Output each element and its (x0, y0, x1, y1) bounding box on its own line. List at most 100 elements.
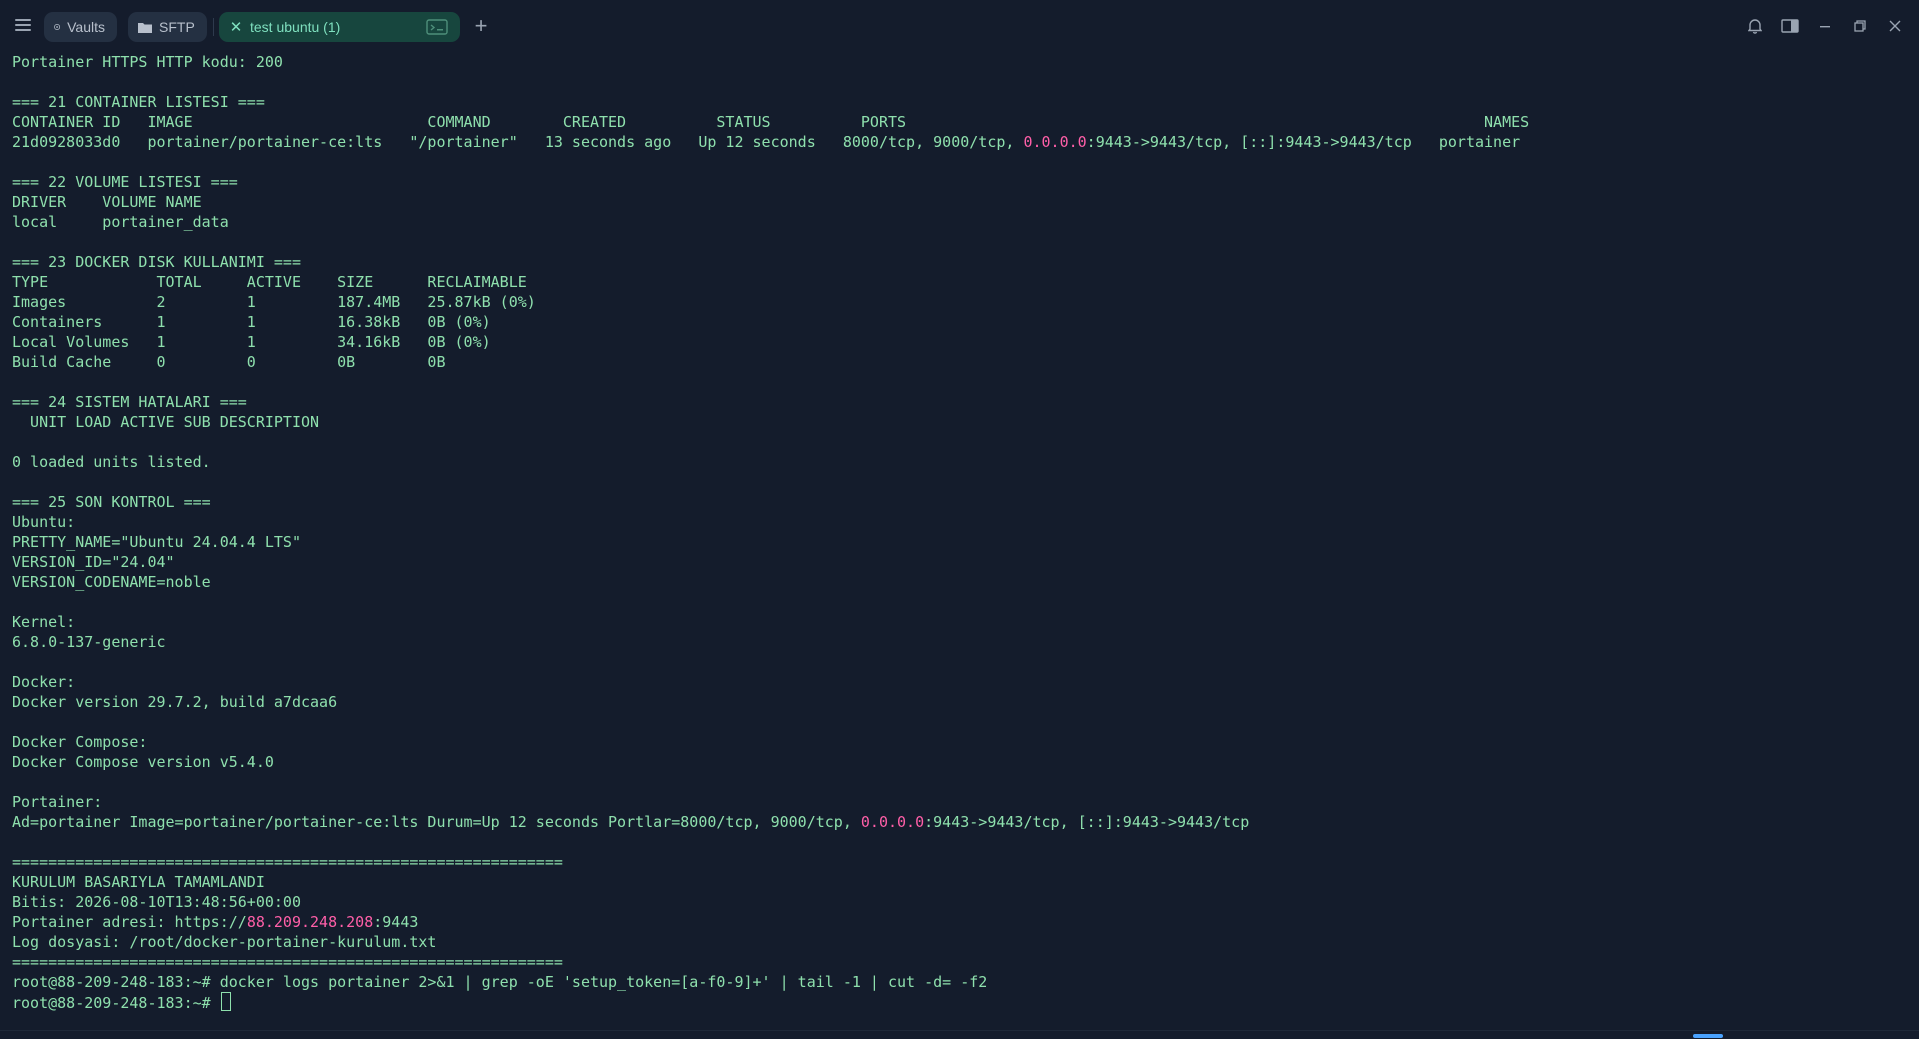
terminal-text: ========================================… (12, 853, 563, 871)
terminal-line: === 24 SISTEM HATALARI === (12, 392, 1907, 412)
terminal-line: Containers 1 1 16.38kB 0B (0%) (12, 312, 1907, 332)
minimize-icon[interactable] (1814, 15, 1836, 37)
terminal-text: TYPE TOTAL ACTIVE SIZE RECLAIMABLE (12, 273, 527, 291)
terminal-line: TYPE TOTAL ACTIVE SIZE RECLAIMABLE (12, 272, 1907, 292)
terminal-text: === 23 DOCKER DISK KULLANIMI === (12, 253, 301, 271)
sftp-tab[interactable]: SFTP (128, 12, 207, 42)
terminal-line: ========================================… (12, 852, 1907, 872)
terminal-line: VERSION_ID="24.04" (12, 552, 1907, 572)
terminal-text: === 21 CONTAINER LISTESI === (12, 93, 265, 111)
terminal-line: Ubuntu: (12, 512, 1907, 532)
scroll-indicator[interactable] (1693, 1034, 1723, 1038)
terminal-text: Portainer adresi: https:// (12, 913, 247, 931)
terminal-line: Local Volumes 1 1 34.16kB 0B (0%) (12, 332, 1907, 352)
terminal-text: 6.8.0-137-generic (12, 633, 166, 651)
split-view-icon[interactable] (1779, 15, 1801, 37)
window-close-icon[interactable] (1884, 15, 1906, 37)
terminal-text: local portainer_data (12, 213, 229, 231)
terminal-line: Docker version 29.7.2, build a7dcaa6 (12, 692, 1907, 712)
terminal-line: === 23 DOCKER DISK KULLANIMI === (12, 252, 1907, 272)
new-tab-button[interactable]: + (470, 14, 492, 38)
terminal-text: Images 2 1 187.4MB 25.87kB (0%) (12, 293, 536, 311)
folder-icon (138, 23, 152, 33)
terminal-text: Docker Compose: (12, 733, 148, 751)
terminal-text: VERSION_ID="24.04" (12, 553, 175, 571)
close-icon[interactable]: ✕ (229, 18, 243, 36)
terminal-cursor (220, 992, 231, 1011)
terminal-line: root@88-209-248-183:~# docker logs porta… (12, 972, 1907, 992)
terminal-text: UNIT LOAD ACTIVE SUB DESCRIPTION (12, 413, 320, 431)
terminal-line: Portainer HTTPS HTTP kodu: 200 (12, 52, 1907, 72)
terminal-line: === 21 CONTAINER LISTESI === (12, 92, 1907, 112)
terminal-line: Ad=portainer Image=portainer/portainer-c… (12, 812, 1907, 832)
terminal-text: Containers 1 1 16.38kB 0B (0%) (12, 313, 491, 331)
terminal-line: === 25 SON KONTROL === (12, 492, 1907, 512)
terminal-line: root@88-209-248-183:~# (12, 992, 1907, 1012)
vault-icon (54, 24, 61, 30)
terminal-line: VERSION_CODENAME=noble (12, 572, 1907, 592)
terminal-line: UNIT LOAD ACTIVE SUB DESCRIPTION (12, 412, 1907, 432)
terminal-text: Local Volumes 1 1 34.16kB 0B (0%) (12, 333, 491, 351)
terminal-line: ========================================… (12, 952, 1907, 972)
terminal-text: ========================================… (12, 953, 563, 971)
terminal-text: Docker: (12, 673, 76, 691)
highlighted-ip: 88.209.248.208 (246, 913, 374, 931)
terminal-icon[interactable] (426, 19, 448, 35)
terminal-line: Kernel: (12, 612, 1907, 632)
top-bar: Vaults SFTP ✕ test ubuntu (1) + (0, 0, 1919, 52)
terminal-text: DRIVER VOLUME NAME (12, 193, 202, 211)
terminal-text: VERSION_CODENAME=noble (12, 573, 211, 591)
terminal-text: 0 loaded units listed. (12, 453, 211, 471)
bell-icon[interactable] (1744, 15, 1766, 37)
terminal-line: 21d0928033d0 portainer/portainer-ce:lts … (12, 132, 1907, 152)
sftp-tab-label: SFTP (159, 19, 195, 35)
terminal-line: KURULUM BASARIYLA TAMAMLANDI (12, 872, 1907, 892)
terminal-text: === 25 SON KONTROL === (12, 493, 211, 511)
active-tab-label: test ubuntu (1) (250, 19, 341, 35)
terminal-line: local portainer_data (12, 212, 1907, 232)
menu-icon[interactable] (13, 16, 33, 36)
terminal-text: Ad=portainer Image=portainer/portainer-c… (12, 813, 861, 831)
terminal-text: Build Cache 0 0 0B 0B (12, 353, 446, 371)
terminal-text: Docker version 29.7.2, build a7dcaa6 (12, 693, 338, 711)
vaults-tab[interactable]: Vaults (44, 12, 117, 42)
terminal-line: === 22 VOLUME LISTESI === (12, 172, 1907, 192)
tab-test-ubuntu[interactable]: ✕ test ubuntu (1) (219, 12, 460, 42)
terminal-text: Ubuntu: (12, 513, 76, 531)
terminal-line: 6.8.0-137-generic (12, 632, 1907, 652)
terminal-line: Portainer adresi: https://88.209.248.208… (12, 912, 1907, 932)
terminal-text: === 24 SISTEM HATALARI === (12, 393, 247, 411)
terminal-text: :9443 (373, 913, 419, 931)
terminal-line: Build Cache 0 0 0B 0B (12, 352, 1907, 372)
terminal-line: Portainer: (12, 792, 1907, 812)
terminal-output[interactable]: Portainer HTTPS HTTP kodu: 200 === 21 CON… (12, 52, 1907, 1022)
tab-divider (213, 18, 214, 36)
terminal-text: root@88-209-248-183:~# (12, 994, 220, 1012)
terminal-line: Docker: (12, 672, 1907, 692)
terminal-line: CONTAINER ID IMAGE COMMAND CREATED STATU… (12, 112, 1907, 132)
restore-icon[interactable] (1849, 15, 1871, 37)
terminal-text: Portainer: (12, 793, 103, 811)
terminal-line: Docker Compose: (12, 732, 1907, 752)
highlighted-ip: 0.0.0.0 (860, 813, 925, 831)
terminal-text: Kernel: (12, 613, 76, 631)
terminal-text: PRETTY_NAME="Ubuntu 24.04.4 LTS" (12, 533, 301, 551)
terminal-text: KURULUM BASARIYLA TAMAMLANDI (12, 873, 265, 891)
vaults-tab-label: Vaults (67, 19, 105, 35)
terminal-text: root@88-209-248-183:~# docker logs porta… (12, 973, 988, 991)
terminal-line: Bitis: 2026-08-10T13:48:56+00:00 (12, 892, 1907, 912)
terminal-text: CONTAINER ID IMAGE COMMAND CREATED STATU… (12, 113, 1530, 131)
terminal-text: Log dosyasi: /root/docker-portainer-kuru… (12, 933, 437, 951)
plus-icon: + (474, 13, 488, 38)
terminal-line: PRETTY_NAME="Ubuntu 24.04.4 LTS" (12, 532, 1907, 552)
